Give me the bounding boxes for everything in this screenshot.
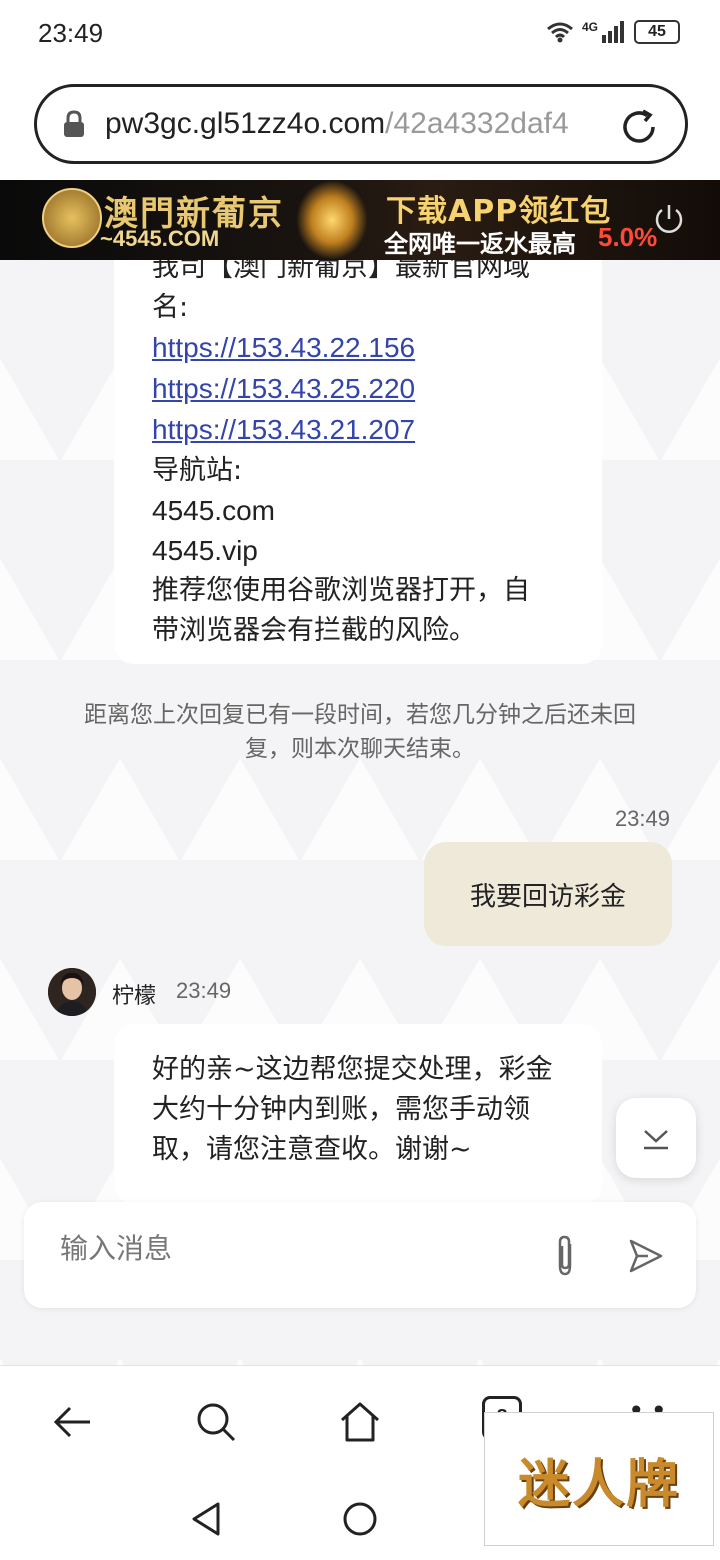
url-text[interactable]: pw3gc.gl51zz4o.com/42a4332daf4 xyxy=(105,107,595,141)
watermark: 迷人牌 xyxy=(484,1412,714,1546)
message-line: 导航站: xyxy=(152,455,243,486)
nav-site: 4545.vip xyxy=(152,535,258,566)
status-bar: 23:49 4G 45 xyxy=(0,0,720,70)
agent-message-bubble: 我司【澳门新葡京】最新官网域 名: https://153.43.22.156 … xyxy=(114,260,602,664)
message-line: 名: xyxy=(152,292,189,323)
ad-tower-image xyxy=(296,180,368,260)
home-icon[interactable] xyxy=(338,1400,382,1444)
reload-icon[interactable] xyxy=(619,107,659,147)
user-message-time: 23:49 xyxy=(614,806,670,831)
search-icon[interactable] xyxy=(194,1400,238,1444)
send-icon[interactable] xyxy=(628,1238,664,1274)
notice-line: 距离您上次回复已有一段时间，若您几分钟之后还未回 xyxy=(84,702,636,728)
agent-message-bubble: 好的亲~这边帮您提交处理，彩金 大约十分钟内到账，需您手动领 取，请您注意查收。… xyxy=(114,1024,602,1204)
agent-name: 柠檬 xyxy=(112,984,157,1009)
message-line: 推荐您使用谷歌浏览器打开，自 xyxy=(152,575,530,606)
status-icons: 4G 45 xyxy=(546,20,680,44)
url-path: /42a4332daf4 xyxy=(385,107,569,140)
message-line: 好的亲~这边帮您提交处理，彩金 xyxy=(152,1054,553,1085)
domain-link[interactable]: https://153.43.21.207 xyxy=(152,414,415,445)
system-back-icon[interactable] xyxy=(190,1501,222,1537)
watermark-text: 迷人牌 xyxy=(517,1453,680,1515)
system-notice: 距离您上次回复已有一段时间，若您几分钟之后还未回 复，则本次聊天结束。 xyxy=(40,698,680,766)
notice-line: 复，则本次聊天结束。 xyxy=(245,736,475,762)
network-label: 4G xyxy=(581,20,598,34)
url-host: pw3gc.gl51zz4o.com xyxy=(105,107,386,140)
avatar-image xyxy=(48,968,96,1016)
nav-site: 4545.com xyxy=(152,495,275,526)
agent-message-time: 23:49 xyxy=(176,978,232,1003)
lock-icon[interactable] xyxy=(63,110,85,138)
wifi-icon xyxy=(547,22,573,43)
ad-logo xyxy=(42,188,102,248)
message-line: 带浏览器会有拦截的风险。 xyxy=(152,615,476,646)
scroll-to-bottom-button[interactable] xyxy=(616,1098,696,1178)
status-time: 23:49 xyxy=(38,18,104,48)
ad-banner[interactable]: 澳門新葡京 ~4545.COM 下载APP领红包 全网唯一返水最高 5.0% xyxy=(0,180,720,260)
power-icon[interactable] xyxy=(652,202,686,236)
chevron-down-icon xyxy=(644,1130,668,1150)
address-bar[interactable]: pw3gc.gl51zz4o.com/42a4332daf4 xyxy=(34,84,688,164)
signal-icon xyxy=(602,21,624,43)
paperclip-icon[interactable] xyxy=(550,1234,580,1278)
system-home-icon[interactable] xyxy=(342,1501,378,1537)
ad-subline: 全网唯一返水最高 xyxy=(384,230,576,258)
message-line: 取，请您注意查收。谢谢~ xyxy=(152,1134,472,1165)
battery-indicator: 45 xyxy=(634,20,680,44)
message-input[interactable] xyxy=(60,1232,500,1265)
avatar[interactable] xyxy=(48,968,96,1016)
back-arrow-icon[interactable] xyxy=(50,1400,94,1444)
ad-rate: 5.0% xyxy=(598,222,658,252)
message-composer xyxy=(24,1202,696,1308)
domain-link[interactable]: https://153.43.22.156 xyxy=(152,332,415,363)
domain-link[interactable]: https://153.43.25.220 xyxy=(152,373,415,404)
chat-area[interactable]: 我司【澳门新葡京】最新官网域 名: https://153.43.22.156 … xyxy=(0,260,720,1365)
user-message-bubble: 我要回访彩金 xyxy=(424,842,672,946)
message-line: 我司【澳门新葡京】最新官网域 xyxy=(152,260,530,283)
ad-domain: ~4545.COM xyxy=(100,226,220,251)
message-line: 大约十分钟内到账，需您手动领 xyxy=(152,1094,530,1125)
